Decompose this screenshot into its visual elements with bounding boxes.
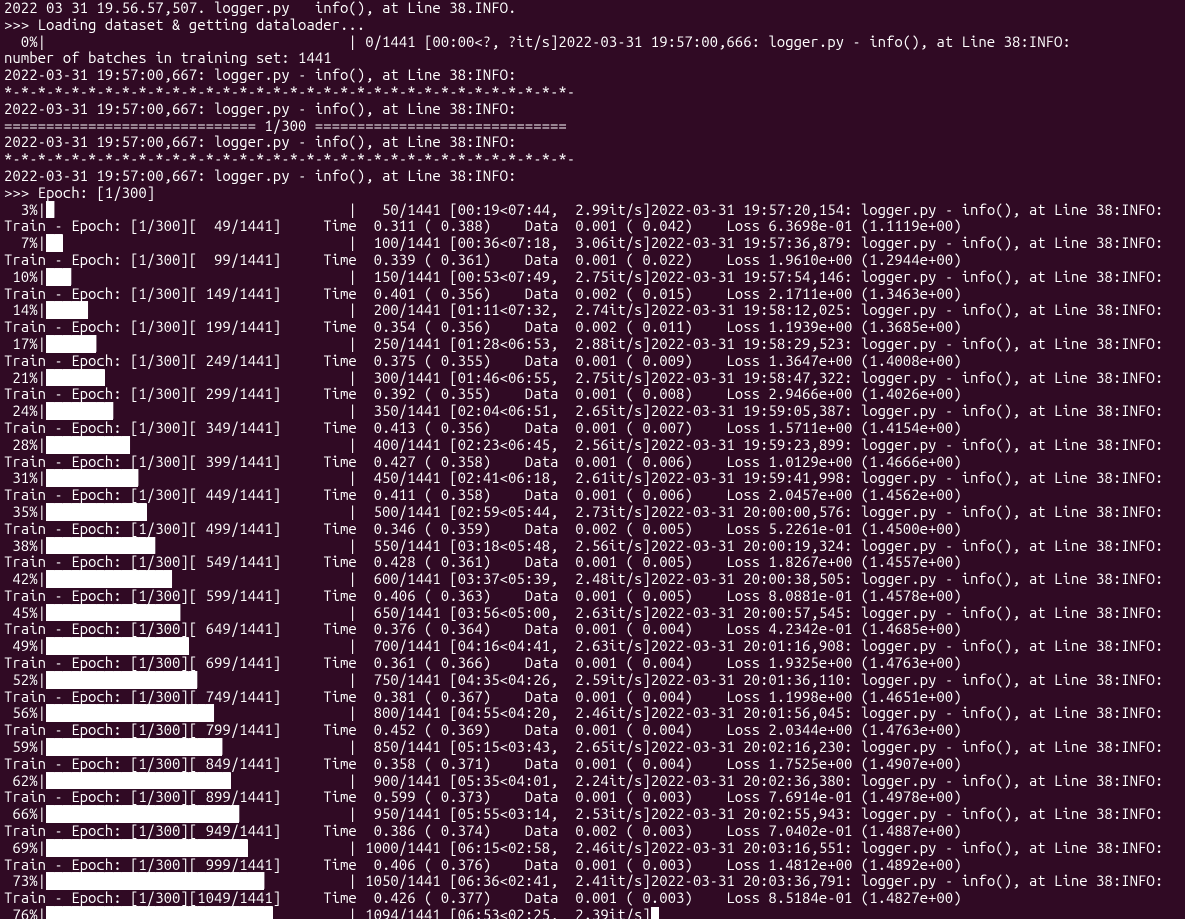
terminal-line: >>> Epoch: [1/300] — [4, 185, 1181, 202]
progress-bar-fill: ███████ — [46, 370, 105, 387]
terminal-line: 28%|██████████ | 400/1441 [02:23<06:45, … — [4, 437, 1181, 454]
terminal-line: 73%|██████████████████████████ | 1050/14… — [4, 873, 1181, 890]
terminal-line: ============================== 1/300 ===… — [4, 118, 1181, 135]
progress-bar-fill: █ — [46, 202, 54, 219]
progress-bar-fill: ██████ — [46, 336, 96, 353]
progress-bar-fill: █████ — [46, 302, 88, 319]
terminal-line: >>> Loading dataset & getting dataloader… — [4, 17, 1181, 34]
terminal-line: 52%|██████████████████ | 750/1441 [04:35… — [4, 672, 1181, 689]
terminal-line: Train - Epoch: [1/300][ 699/1441] Time 0… — [4, 655, 1181, 672]
terminal-line: 35%|████████████ | 500/1441 [02:59<05:44… — [4, 504, 1181, 521]
terminal-line: 3%|█ | 50/1441 [00:19<07:44, 2.99it/s]20… — [4, 202, 1181, 219]
terminal-line: Train - Epoch: [1/300][ 399/1441] Time 0… — [4, 454, 1181, 471]
terminal-line: Train - Epoch: [1/300][ 449/1441] Time 0… — [4, 487, 1181, 504]
progress-bar-fill: ████████████████████ — [46, 705, 214, 722]
terminal-line: *-*-*-*-*-*-*-*-*-*-*-*-*-*-*-*-*-*-*-*-… — [4, 84, 1181, 101]
terminal-line: 38%|█████████████ | 550/1441 [03:18<05:4… — [4, 538, 1181, 555]
terminal-line: Train - Epoch: [1/300][ 499/1441] Time 0… — [4, 521, 1181, 538]
terminal-line: Train - Epoch: [1/300][ 299/1441] Time 0… — [4, 386, 1181, 403]
terminal-line: 59%|█████████████████████ | 850/1441 [05… — [4, 739, 1181, 756]
terminal-output: 2022 03 31 19.56.57,507. logger.py info(… — [0, 0, 1185, 919]
terminal-line: Train - Epoch: [1/300][ 599/1441] Time 0… — [4, 588, 1181, 605]
progress-bar-fill: ████████ — [46, 403, 113, 420]
progress-bar-fill: █████████████████ — [46, 638, 189, 655]
terminal-line: 2022-03-31 19:57:00,667: logger.py - inf… — [4, 134, 1181, 151]
progress-bar-fill: ██ — [46, 235, 63, 252]
terminal-line: 14%|█████ | 200/1441 [01:11<07:32, 2.74i… — [4, 302, 1181, 319]
progress-bar-fill: █████████████████████ — [46, 739, 222, 756]
terminal-line: Train - Epoch: [1/300][ 749/1441] Time 0… — [4, 689, 1181, 706]
progress-bar-fill: ███████████████████████ — [46, 806, 239, 823]
terminal-line: Train - Epoch: [1/300][ 99/1441] Time 0.… — [4, 252, 1181, 269]
terminal-line: 24%|████████ | 350/1441 [02:04<06:51, 2.… — [4, 403, 1181, 420]
terminal-line: Train - Epoch: [1/300][ 199/1441] Time 0… — [4, 319, 1181, 336]
terminal-line: number of batches in training set: 1441 — [4, 50, 1181, 67]
terminal-line: Train - Epoch: [1/300][ 799/1441] Time 0… — [4, 722, 1181, 739]
terminal-line: Train - Epoch: [1/300][ 249/1441] Time 0… — [4, 353, 1181, 370]
terminal-line: 49%|█████████████████ | 700/1441 [04:16<… — [4, 638, 1181, 655]
progress-bar-fill: ██████████████████████████ — [46, 873, 264, 890]
terminal-line: 62%|██████████████████████ | 900/1441 [0… — [4, 773, 1181, 790]
terminal-line: Train - Epoch: [1/300][ 549/1441] Time 0… — [4, 554, 1181, 571]
terminal-line: Train - Epoch: [1/300][ 349/1441] Time 0… — [4, 420, 1181, 437]
terminal-line: 76%|███████████████████████████ | 1094/1… — [4, 907, 1181, 919]
terminal-cursor — [651, 907, 659, 919]
terminal-line: Train - Epoch: [1/300][ 999/1441] Time 0… — [4, 857, 1181, 874]
terminal-line: 56%|████████████████████ | 800/1441 [04:… — [4, 705, 1181, 722]
terminal-line: Train - Epoch: [1/300][ 949/1441] Time 0… — [4, 823, 1181, 840]
terminal-line: *-*-*-*-*-*-*-*-*-*-*-*-*-*-*-*-*-*-*-*-… — [4, 151, 1181, 168]
progress-bar-fill: █████████████ — [46, 538, 155, 555]
terminal-line: 69%|████████████████████████ | 1000/1441… — [4, 840, 1181, 857]
progress-bar-fill: ████████████████████████ — [46, 840, 248, 857]
terminal-line: Train - Epoch: [1/300][ 899/1441] Time 0… — [4, 789, 1181, 806]
terminal-line: 0%| | 0/1441 [00:00<?, ?it/s]2022-03-31 … — [4, 34, 1181, 51]
terminal-line: 2022-03-31 19:57:00,667: logger.py - inf… — [4, 101, 1181, 118]
terminal-line: 45%|████████████████ | 650/1441 [03:56<0… — [4, 605, 1181, 622]
progress-bar-fill: ████████████████ — [46, 605, 180, 622]
terminal-line: Train - Epoch: [1/300][ 49/1441] Time 0.… — [4, 218, 1181, 235]
terminal-line: 7%|██ | 100/1441 [00:36<07:18, 3.06it/s]… — [4, 235, 1181, 252]
progress-bar-fill: ███████████████████████████ — [46, 907, 273, 919]
progress-bar-fill: ███ — [46, 269, 71, 286]
progress-bar-fill: ██████████████████████ — [46, 773, 231, 790]
terminal-line: Train - Epoch: [1/300][ 649/1441] Time 0… — [4, 621, 1181, 638]
terminal-line: 66%|███████████████████████ | 950/1441 [… — [4, 806, 1181, 823]
terminal-line: 21%|███████ | 300/1441 [01:46<06:55, 2.7… — [4, 370, 1181, 387]
terminal-line: 31%|███████████ | 450/1441 [02:41<06:18,… — [4, 470, 1181, 487]
terminal-line: Train - Epoch: [1/300][ 849/1441] Time 0… — [4, 756, 1181, 773]
terminal-line: 2022-03-31 19:57:00,667: logger.py - inf… — [4, 67, 1181, 84]
progress-bar-fill: ██████████████████ — [46, 672, 197, 689]
terminal-line: 42%|███████████████ | 600/1441 [03:37<05… — [4, 571, 1181, 588]
terminal-line: 10%|███ | 150/1441 [00:53<07:49, 2.75it/… — [4, 269, 1181, 286]
terminal-line: Train - Epoch: [1/300][1049/1441] Time 0… — [4, 890, 1181, 907]
progress-bar-fill: ████████████ — [46, 504, 147, 521]
progress-bar-fill: ██████████ — [46, 437, 130, 454]
terminal-line: Train - Epoch: [1/300][ 149/1441] Time 0… — [4, 286, 1181, 303]
progress-bar-fill: ███████████ — [46, 470, 138, 487]
progress-bar-fill: ███████████████ — [46, 571, 172, 588]
terminal-line: 2022 03 31 19.56.57,507. logger.py info(… — [4, 0, 1181, 17]
terminal-line: 2022-03-31 19:57:00,667: logger.py - inf… — [4, 168, 1181, 185]
terminal-line: 17%|██████ | 250/1441 [01:28<06:53, 2.88… — [4, 336, 1181, 353]
